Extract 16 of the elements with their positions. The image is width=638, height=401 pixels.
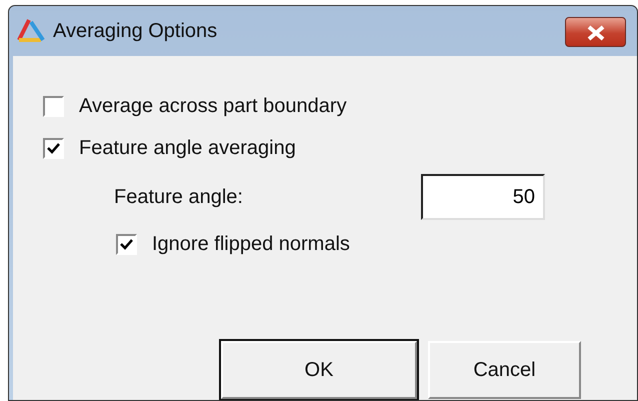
checkbox-label: Average across part boundary	[79, 94, 347, 119]
checkbox[interactable]	[116, 234, 137, 254]
close-button[interactable]	[565, 17, 626, 47]
checkbox[interactable]	[43, 96, 64, 116]
input-field[interactable]: 50	[421, 174, 545, 220]
check-icon	[47, 142, 60, 154]
checkbox-label: Feature angle averaging	[79, 136, 296, 161]
ok-button[interactable]: OK	[221, 341, 417, 399]
close-icon	[586, 24, 606, 41]
window-title: Averaging Options	[53, 19, 218, 44]
checkbox-label: Ignore flipped normals	[152, 232, 350, 257]
cancel-button[interactable]: Cancel	[428, 341, 581, 399]
checkbox[interactable]	[43, 138, 64, 158]
check-icon	[120, 238, 133, 250]
app-logo-icon	[17, 18, 45, 44]
field-label: Feature angle:	[114, 185, 244, 210]
